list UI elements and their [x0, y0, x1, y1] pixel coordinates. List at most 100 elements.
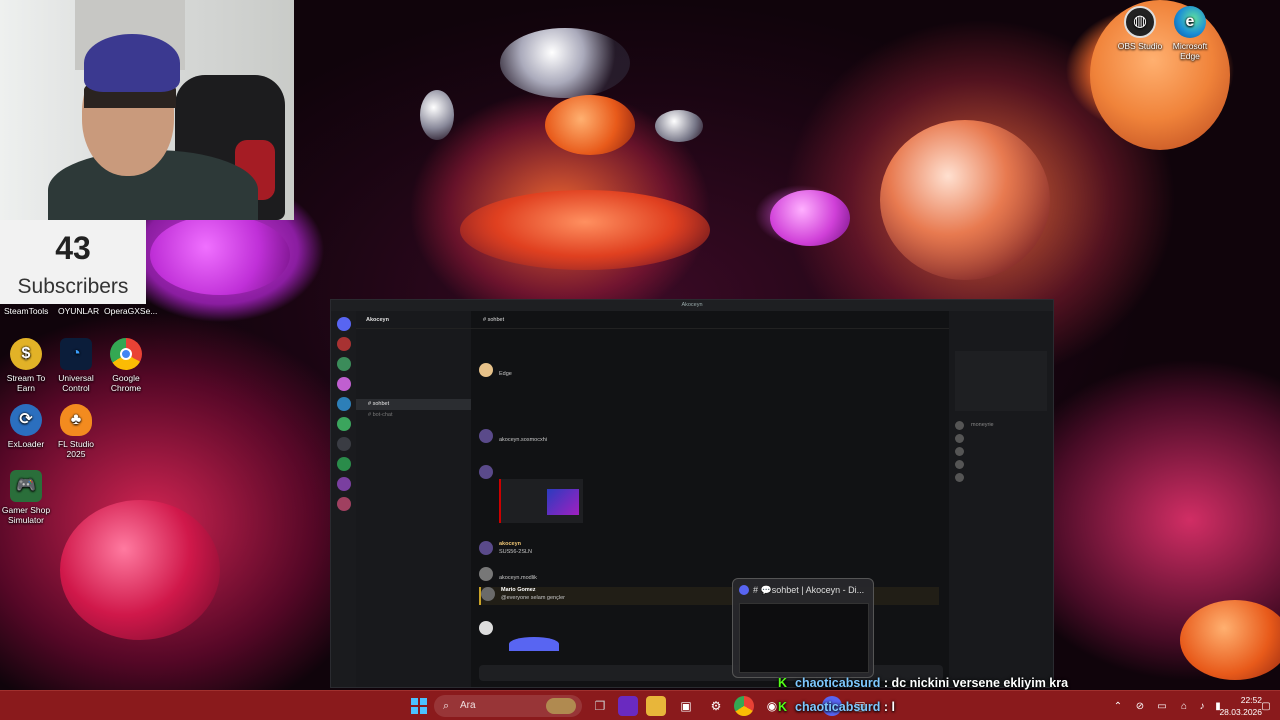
discord-window-title: Akoceyn: [681, 302, 703, 308]
wallpaper-drop: [880, 120, 1050, 280]
message-text: akoceyn.modlik: [499, 575, 537, 581]
notification-muted-icon[interactable]: ⊘: [1130, 696, 1150, 716]
member-item[interactable]: [949, 445, 1053, 458]
discord-server-list[interactable]: [331, 311, 356, 687]
tray-chevron-icon[interactable]: ⌃: [1108, 696, 1128, 716]
desktop-icon-exloader[interactable]: ⟳ ExLoader: [0, 404, 54, 449]
message-text: Edge: [499, 371, 512, 377]
chat-message-embed[interactable]: [479, 465, 939, 525]
chat-message[interactable]: akoceyn SUS56-2SLN: [479, 541, 939, 557]
server-icon[interactable]: [336, 377, 351, 391]
channel-sohbet[interactable]: # sohbet: [356, 399, 471, 410]
store-icon[interactable]: ▣: [676, 696, 696, 716]
channel-label: sohbet: [372, 401, 390, 407]
desktop-icon-operagx[interactable]: OperaGXSe...: [104, 306, 157, 316]
wallpaper-drop: [500, 28, 630, 98]
server-icon[interactable]: [336, 417, 351, 431]
member-item[interactable]: [949, 432, 1053, 445]
chrome-icon: [110, 338, 142, 370]
fl-studio-icon: ♣: [60, 404, 92, 436]
preview-thumbnail[interactable]: [739, 603, 869, 673]
chat-channel-name: sohbet: [487, 317, 505, 323]
member-item[interactable]: [949, 471, 1053, 484]
discord-window[interactable]: Akoceyn Akoceyn # sohbet # bot-chat # so…: [330, 299, 1054, 688]
activity-card[interactable]: [955, 351, 1047, 411]
desktop-icon-google-chrome[interactable]: Google Chrome: [98, 338, 154, 393]
desktop-icon-fl-studio[interactable]: ♣ FL Studio 2025: [48, 404, 104, 459]
desktop-icon-label: Universal Control: [58, 373, 94, 393]
wallpaper-drop: [460, 190, 710, 270]
avatar: [479, 363, 493, 377]
chrome-taskbar-icon[interactable]: [734, 696, 754, 716]
chat-username: chaoticabsurd: [795, 676, 881, 690]
message-author: akoceyn: [499, 541, 522, 547]
message-author: Mario Gomez: [501, 587, 536, 593]
chat-message-text: : l: [883, 700, 896, 714]
member-item[interactable]: moneyrie: [949, 419, 1053, 432]
desktop-icon-label: ExLoader: [7, 439, 45, 449]
task-view-icon[interactable]: ❐: [590, 696, 610, 716]
wallpaper-drop: [420, 90, 454, 140]
network-icon[interactable]: ⌂: [1174, 696, 1194, 716]
embed-thumbnail[interactable]: [547, 489, 579, 515]
server-icon[interactable]: [336, 457, 351, 471]
chat-message[interactable]: Edge: [479, 363, 939, 379]
youtube-embed[interactable]: [499, 479, 583, 523]
server-icon[interactable]: [336, 337, 351, 351]
edge-icon: e: [1174, 6, 1206, 38]
desktop-icon-label: Gamer Shop Simulator: [1, 505, 51, 525]
desktop-icon-stream-to-earn[interactable]: $ Stream To Earn: [0, 338, 54, 393]
desktop-icon-obs-studio[interactable]: ◍ OBS Studio: [1112, 6, 1168, 51]
wallpaper-drop: [770, 190, 850, 246]
tray-app-icon[interactable]: ▭: [1152, 696, 1172, 716]
notifications-icon[interactable]: ▢: [1256, 696, 1276, 716]
server-name[interactable]: Akoceyn: [356, 311, 471, 329]
wallpaper-drop: [655, 110, 703, 142]
discord-home-icon[interactable]: [336, 317, 351, 331]
search-icon: ⌕: [443, 700, 450, 712]
desktop-icon-gamer-shop-simulator[interactable]: 🎮 Gamer Shop Simulator: [0, 470, 54, 525]
avatar: [479, 567, 493, 581]
windows-icon: [411, 698, 427, 714]
server-icon[interactable]: [336, 357, 351, 371]
member-item[interactable]: [949, 458, 1053, 471]
taskbar-search[interactable]: ⌕ Ara: [434, 695, 582, 717]
wallpaper-drop: [1180, 600, 1280, 680]
discord-chat-area[interactable]: # sohbet Edge akoceyn.sosmocxhi akoceyn …: [471, 311, 951, 687]
settings-icon[interactable]: ⚙: [706, 696, 726, 716]
search-highlight-icon: [546, 698, 576, 714]
wallpaper-drop: [60, 500, 220, 640]
wallpaper-drop: [150, 215, 290, 295]
channel-label: bot-chat: [372, 412, 393, 418]
channel-spacer: [356, 329, 471, 399]
preview-title: # 💬sohbet | Akoceyn - Di...: [753, 585, 865, 595]
chat-message[interactable]: akoceyn.sosmocxhi: [479, 429, 939, 445]
stream-chat-line: Kchaoticabsurd : dc nickini versene ekli…: [778, 676, 1068, 690]
avatar: [479, 465, 493, 479]
wallpaper-drop: [545, 95, 635, 155]
app-icon[interactable]: [618, 696, 638, 716]
server-icon[interactable]: [336, 397, 351, 411]
desktop-icon-oyunlar[interactable]: OYUNLAR: [58, 306, 99, 316]
discord-member-list[interactable]: moneyrie: [949, 311, 1053, 687]
start-button[interactable]: [409, 696, 429, 716]
taskbar-window-preview[interactable]: # 💬sohbet | Akoceyn - Di...: [732, 578, 874, 678]
file-explorer-icon[interactable]: [646, 696, 666, 716]
server-icon[interactable]: [336, 497, 351, 511]
avatar: [479, 429, 493, 443]
wumpus-sticker: [509, 637, 559, 651]
desktop-icon-steamtools[interactable]: SteamTools: [4, 306, 48, 316]
desktop-icon-label: Google Chrome: [110, 373, 142, 393]
server-icon[interactable]: [336, 437, 351, 451]
discord-channel-list[interactable]: Akoceyn # sohbet # bot-chat: [356, 311, 471, 687]
discord-titlebar[interactable]: Akoceyn: [331, 300, 1053, 311]
desktop-icon-microsoft-edge[interactable]: e Microsoft Edge: [1162, 6, 1218, 61]
server-icon[interactable]: [336, 477, 351, 491]
desktop-icon-label: Stream To Earn: [6, 373, 46, 393]
webcam-overlay: [0, 0, 294, 220]
gamepad-icon: 🎮: [10, 470, 42, 502]
desktop-icon-universal-control[interactable]: ◔ Universal Control: [48, 338, 104, 393]
desktop-icon-label: OBS Studio: [1117, 41, 1163, 51]
avatar: [479, 541, 493, 555]
channel-bot-chat[interactable]: # bot-chat: [356, 410, 471, 421]
